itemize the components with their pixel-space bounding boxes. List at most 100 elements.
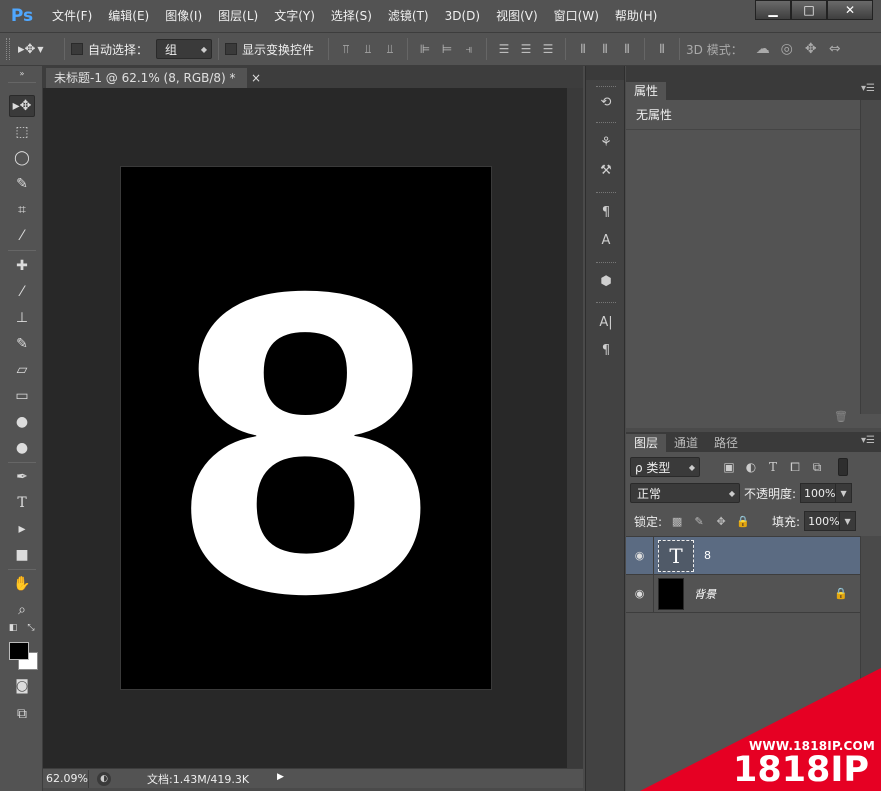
opacity-dropdown-icon[interactable]: ▼ (836, 483, 853, 503)
3d-roll-icon[interactable]: ◎ (775, 39, 799, 59)
menu-filter[interactable]: 滤镜(T) (380, 0, 437, 32)
history-panel-icon[interactable]: ⟲ (596, 92, 616, 112)
menu-layer[interactable]: 图层(L) (210, 0, 266, 32)
distribute-right-icon[interactable]: ⦀ (616, 39, 638, 59)
3d-orbit-icon[interactable]: ☁ (751, 39, 775, 59)
align-right-icon[interactable]: ⫣ (458, 39, 480, 59)
options-grip[interactable] (6, 38, 10, 60)
character-panel-icon[interactable]: A| (596, 312, 616, 332)
canvas-vertical-scrollbar[interactable] (567, 88, 583, 768)
trash-icon[interactable]: 🗑 (834, 410, 848, 423)
auto-select-dropdown[interactable]: 组 ◆ (156, 39, 213, 59)
marquee-tool-icon[interactable]: ⬚ (9, 121, 35, 143)
crop-tool-icon[interactable]: ⌗ (9, 199, 35, 221)
move-tool-preset[interactable]: ▸✥ ▼ (18, 42, 58, 57)
filter-toggle[interactable] (838, 458, 848, 476)
move-tool-icon[interactable]: ▸✥ (9, 95, 35, 117)
collapse-toolbar-icon[interactable]: » (9, 68, 35, 78)
lock-transparent-icon[interactable]: ▩ (666, 512, 688, 530)
history-brush-icon[interactable]: ✎ (9, 333, 35, 355)
menu-help[interactable]: 帮助(H) (607, 0, 665, 32)
fill-input[interactable]: 100% (804, 511, 841, 531)
filter-smart-object-icon[interactable]: ⧉ (806, 458, 828, 476)
document-tab[interactable]: 未标题-1 @ 62.1% (8, RGB/8) * × (46, 68, 261, 88)
path-select-tool-icon[interactable]: ▸ (9, 518, 35, 540)
tab-properties[interactable]: 属性 (626, 82, 667, 100)
opacity-input[interactable]: 100% (800, 483, 837, 503)
eyedropper-tool-icon[interactable]: ⁄ (9, 225, 35, 247)
dodge-tool-icon[interactable]: ● (9, 437, 35, 459)
align-top-icon[interactable]: ⫪ (335, 39, 357, 59)
pen-tool-icon[interactable]: ✒ (9, 466, 35, 488)
tab-channels[interactable]: 通道 (666, 434, 706, 452)
3d-slide-icon[interactable]: ⇔ (823, 39, 847, 59)
auto-align-icon[interactable]: ⫴ (651, 39, 673, 59)
swap-colors-icon[interactable]: ⤡ (24, 622, 38, 634)
distribute-hcenter-icon[interactable]: ⦀ (594, 39, 616, 59)
distribute-left-icon[interactable]: ⦀ (572, 39, 594, 59)
layer-name[interactable]: 背景 (694, 586, 716, 602)
paragraph-styles-icon[interactable]: ¶ (596, 202, 616, 222)
eraser-tool-icon[interactable]: ▱ (9, 359, 35, 381)
character-styles-icon[interactable]: A (596, 230, 616, 250)
layer-row-background[interactable]: ◉ 背景 🔒 (626, 574, 860, 613)
foreground-color-swatch[interactable] (9, 642, 29, 660)
3d-panel-icon[interactable]: ⬢ (596, 271, 616, 291)
close-button[interactable]: ✕ (827, 0, 873, 20)
filter-type-icon[interactable]: T (762, 458, 784, 476)
screen-mode-icon[interactable]: ⧉ (9, 703, 35, 725)
minimize-button[interactable]: ▁ (755, 0, 791, 20)
menu-view[interactable]: 视图(V) (488, 0, 546, 32)
zoom-level-field[interactable]: 62.09% (43, 769, 89, 788)
zoom-tool-icon[interactable]: ⌕ (9, 599, 35, 621)
type-tool-icon[interactable]: T (9, 492, 35, 514)
menu-type[interactable]: 文字(Y) (266, 0, 323, 32)
filter-pixel-icon[interactable]: ▣ (718, 458, 740, 476)
healing-brush-icon[interactable]: ✚ (9, 255, 35, 277)
lock-position-icon[interactable]: ✥ (710, 512, 732, 530)
layer-filter-dropdown[interactable]: ρ 类型 ◆ (630, 457, 700, 477)
brush-tool-icon[interactable]: ⁄ (9, 281, 35, 303)
panel-menu-icon[interactable]: ▾☰ (861, 435, 875, 446)
menu-image[interactable]: 图像(I) (157, 0, 210, 32)
quick-select-tool-icon[interactable]: ✎ (9, 173, 35, 195)
quick-mask-icon[interactable]: ◙ (9, 675, 35, 697)
3d-pan-icon[interactable]: ✥ (799, 39, 823, 59)
filter-shape-icon[interactable]: ⧠ (784, 458, 806, 476)
brush-presets-icon[interactable]: ⚘ (596, 132, 616, 152)
gradient-tool-icon[interactable]: ▭ (9, 385, 35, 407)
canvas-text-layer[interactable]: 8 (177, 228, 435, 658)
paragraph-panel-icon[interactable]: ¶ (596, 340, 616, 360)
align-vcenter-icon[interactable]: ⫫ (357, 39, 379, 59)
menu-window[interactable]: 窗口(W) (546, 0, 607, 32)
auto-select-checkbox[interactable] (71, 43, 83, 55)
menu-3d[interactable]: 3D(D) (437, 0, 488, 32)
eye-icon[interactable]: ◉ (626, 574, 654, 613)
align-hcenter-icon[interactable]: ⊨ (436, 39, 458, 59)
lasso-tool-icon[interactable]: ◯ (9, 147, 35, 169)
distribute-vcenter-icon[interactable]: ☰ (515, 39, 537, 59)
fill-dropdown-icon[interactable]: ▼ (840, 511, 857, 531)
eye-icon[interactable]: ◉ (626, 536, 654, 575)
lock-pixels-icon[interactable]: ✎ (688, 512, 710, 530)
blur-tool-icon[interactable]: ● (9, 411, 35, 433)
document-canvas[interactable]: 8 (121, 167, 491, 689)
menu-select[interactable]: 选择(S) (323, 0, 380, 32)
layer-row-text[interactable]: ◉ T 8 (626, 536, 860, 575)
tab-paths[interactable]: 路径 (706, 434, 746, 452)
align-left-icon[interactable]: ⊫ (414, 39, 436, 59)
show-transform-checkbox[interactable] (225, 43, 238, 55)
rectangle-tool-icon[interactable]: ■ (9, 544, 35, 566)
tab-layers[interactable]: 图层 (626, 434, 667, 452)
panel-menu-icon[interactable]: ▾☰ (861, 83, 875, 94)
default-colors-icon[interactable]: ◧ (6, 622, 20, 634)
menu-edit[interactable]: 编辑(E) (100, 0, 157, 32)
maximize-button[interactable]: □ (791, 0, 827, 20)
tool-presets-icon[interactable]: ⚒ (596, 160, 616, 180)
status-menu-arrow-icon[interactable]: ▶ (277, 772, 291, 786)
properties-scrollbar[interactable] (860, 100, 881, 414)
close-tab-icon[interactable]: × (251, 68, 261, 88)
hand-tool-icon[interactable]: ✋ (9, 573, 35, 595)
distribute-bottom-icon[interactable]: ☰ (537, 39, 559, 59)
lock-all-icon[interactable]: 🔒 (732, 512, 754, 530)
